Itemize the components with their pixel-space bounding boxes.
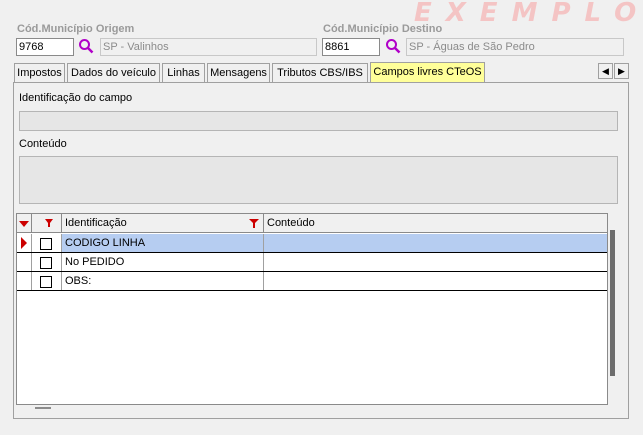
row-ident-cell[interactable]: OBS: <box>62 272 264 290</box>
grid-header-ident[interactable]: Identificação <box>62 214 264 232</box>
tab-dados-veiculo[interactable]: Dados do veículo <box>67 63 160 82</box>
row-checkbox[interactable] <box>40 276 52 288</box>
row-check-cell <box>32 253 62 271</box>
row-check-cell <box>32 272 62 290</box>
row-indicator <box>17 234 32 252</box>
ident-label: Identificação do campo <box>19 92 133 104</box>
table-row[interactable]: CODIGO LINHA <box>17 234 607 253</box>
table-row[interactable]: No PEDIDO <box>17 253 607 272</box>
search-icon[interactable] <box>385 38 401 54</box>
origem-code-input[interactable]: 9768 <box>16 38 74 56</box>
conteudo-label: Conteúdo <box>19 138 67 150</box>
ident-field[interactable] <box>19 111 618 131</box>
grid-horizontal-scroll-indicator[interactable] <box>35 407 51 409</box>
tab-scroll-right-button[interactable]: ▶ <box>614 63 629 79</box>
grid-vertical-scrollbar[interactable] <box>610 230 615 376</box>
tab-bar: Impostos Dados do veículo Linhas Mensage… <box>14 62 630 83</box>
row-indicator <box>17 253 32 271</box>
grid-header-conteudo[interactable]: Conteúdo <box>264 214 607 232</box>
fields-grid[interactable]: Identificação Conteúdo CODIGO LINHA No P… <box>16 213 608 405</box>
row-conteudo-cell[interactable] <box>264 272 607 290</box>
watermark-text: EXEMPLO <box>414 0 643 28</box>
destino-label: Cód.Município Destino <box>323 23 443 35</box>
destino-name-field: SP - Águas de São Pedro <box>406 38 624 56</box>
sort-down-icon <box>19 221 29 227</box>
destino-code-input[interactable]: 8861 <box>322 38 380 56</box>
row-checkbox[interactable] <box>40 238 52 250</box>
tab-linhas[interactable]: Linhas <box>162 63 205 82</box>
row-ident-cell[interactable]: No PEDIDO <box>62 253 264 271</box>
search-icon[interactable] <box>78 38 94 54</box>
origem-name-field: SP - Valinhos <box>100 38 317 56</box>
tab-tributos[interactable]: Tributos CBS/IBS <box>272 63 368 82</box>
row-conteudo-cell[interactable] <box>264 253 607 271</box>
tab-impostos[interactable]: Impostos <box>14 63 65 82</box>
grid-indicator-header[interactable] <box>17 214 32 232</box>
row-checkbox[interactable] <box>40 257 52 269</box>
filter-icon[interactable] <box>249 219 259 228</box>
origem-label: Cód.Município Origem <box>17 23 135 35</box>
row-check-cell <box>32 234 62 252</box>
row-indicator <box>17 272 32 290</box>
grid-header: Identificação Conteúdo <box>17 214 607 233</box>
grid-header-ident-label: Identificação <box>65 217 127 229</box>
filter-icon[interactable] <box>32 214 62 232</box>
row-ident-cell[interactable]: CODIGO LINHA <box>62 234 264 252</box>
row-conteudo-cell[interactable] <box>264 234 607 252</box>
tab-campos-livres[interactable]: Campos livres CTeOS <box>370 62 485 83</box>
tab-mensagens[interactable]: Mensagens <box>207 63 270 82</box>
current-row-arrow-icon <box>21 237 27 249</box>
tab-scroll-left-button[interactable]: ◀ <box>598 63 613 79</box>
conteudo-field[interactable] <box>19 156 618 204</box>
grid-check-header[interactable] <box>32 214 62 232</box>
table-row[interactable]: OBS: <box>17 272 607 291</box>
